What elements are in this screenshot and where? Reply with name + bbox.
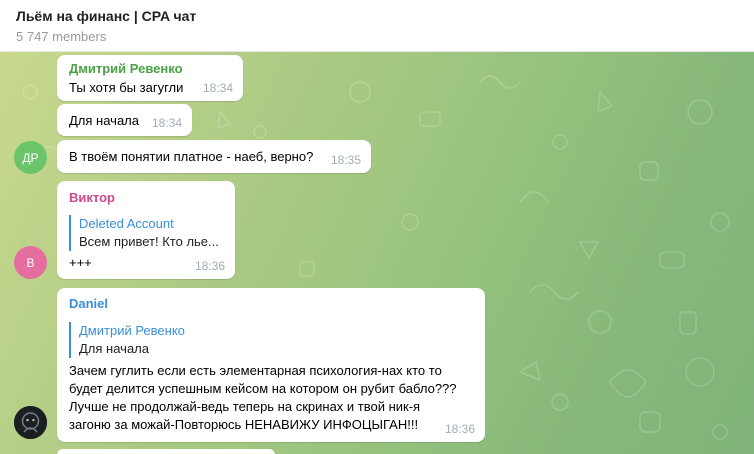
message-time: 18:34 <box>202 81 233 95</box>
message-text: +++ <box>69 255 92 270</box>
message-bubble[interactable]: В твоём понятии платное - наеб, верно? 1… <box>57 140 371 173</box>
reply-preview: Для начала <box>79 341 149 356</box>
message-time: 18:34 <box>151 116 182 130</box>
message-bubble[interactable] <box>57 449 275 454</box>
chat-title: Льём на финанс | CPA чат <box>16 8 197 24</box>
avatar-initials: ДР <box>22 150 39 165</box>
message-line: будет делится успешным кейсом на котором… <box>69 381 457 396</box>
avatar-image <box>14 406 47 439</box>
message-text: Зачем гуглить если есть элементарная пси… <box>69 362 479 434</box>
member-count: 5 747 members <box>16 29 107 44</box>
message-bubble[interactable]: Виктор Deleted Account Всем привет! Кто … <box>57 181 235 279</box>
message-bubble[interactable]: Для начала 18:34 <box>57 104 192 136</box>
message-time: 18:35 <box>330 153 361 167</box>
avatar-initials: В <box>26 255 35 270</box>
avatar-dr-icon[interactable]: ДР <box>14 141 47 174</box>
message-line: Зачем гуглить если есть элементарная пси… <box>69 363 442 378</box>
message-line: Лучше не продолжай-ведь теперь на скрина… <box>69 399 421 414</box>
message-text: Ты хотя бы загугли <box>69 80 184 95</box>
message-time: 18:36 <box>194 259 225 273</box>
sender-name[interactable]: Дмитрий Ревенко <box>69 61 183 77</box>
reply-author: Дмитрий Ревенко <box>79 323 185 338</box>
message-text: В твоём понятии платное - наеб, верно? <box>69 149 314 164</box>
chat-header[interactable]: Льём на финанс | CPA чат 5 747 members <box>0 0 754 52</box>
reply-preview: Всем привет! Кто лье... <box>79 234 219 249</box>
message-list[interactable]: Дмитрий Ревенко Ты хотя бы загугли 18:34… <box>0 52 754 454</box>
reply-quote[interactable]: Дмитрий Ревенко Для начала <box>69 322 379 358</box>
message-text: Для начала <box>69 113 139 128</box>
avatar-dark-icon[interactable] <box>14 406 47 439</box>
reply-author: Deleted Account <box>79 216 174 231</box>
message-line: загоню за можай-Повторюсь НЕНАВИЖУ ИНФОЦ… <box>69 417 419 432</box>
sender-name[interactable]: Daniel <box>69 296 108 312</box>
avatar-v-icon[interactable]: В <box>14 246 47 279</box>
message-bubble[interactable]: Daniel Дмитрий Ревенко Для начала Зачем … <box>57 288 485 442</box>
message-time: 18:36 <box>444 422 475 436</box>
message-bubble[interactable]: Дмитрий Ревенко Ты хотя бы загугли 18:34 <box>57 55 243 101</box>
reply-quote[interactable]: Deleted Account Всем привет! Кто лье... <box>69 215 229 251</box>
sender-name[interactable]: Виктор <box>69 190 115 206</box>
